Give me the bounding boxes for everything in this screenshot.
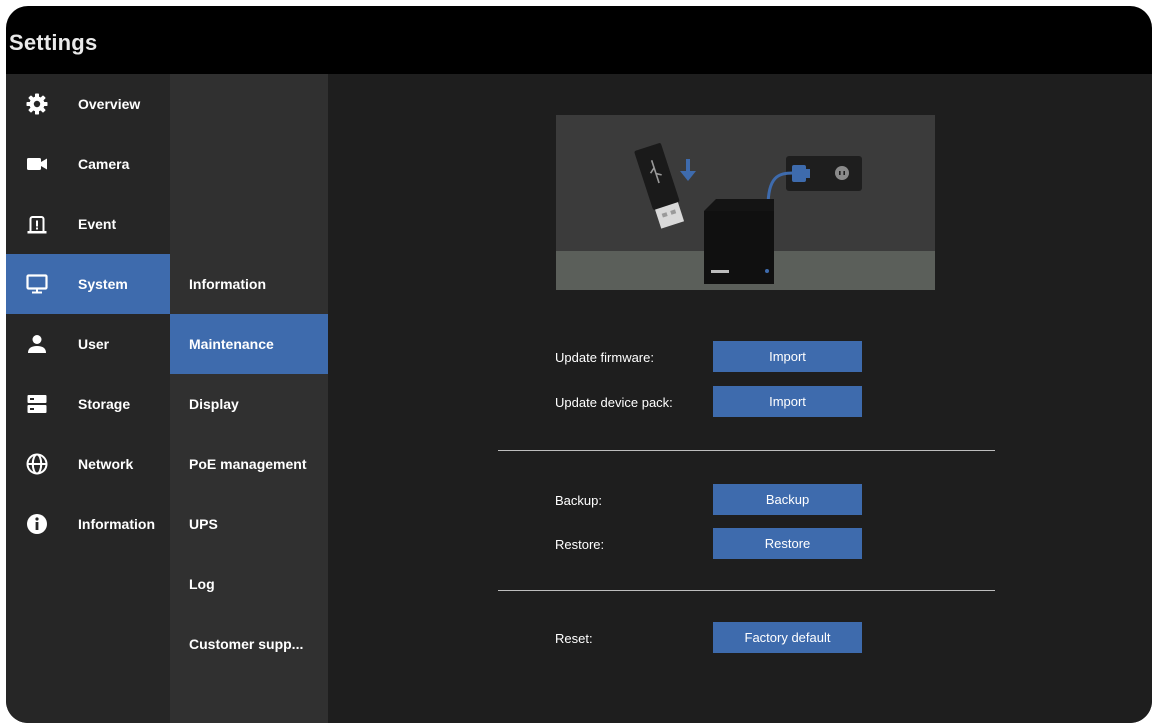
sidebar-item-label: Network (78, 456, 134, 472)
sidebar-item-system[interactable]: System (6, 254, 170, 314)
sidebar-item-label: Event (78, 216, 117, 232)
factory-default-button[interactable]: Factory default (713, 622, 862, 653)
sidebar-item-storage[interactable]: Storage (6, 374, 170, 434)
submenu-item-label: Log (189, 576, 215, 592)
sidebar-item-user[interactable]: User (6, 314, 170, 374)
settings-window: Settings Overview Camera Event System Us… (6, 6, 1152, 723)
import-firmware-button[interactable]: Import (713, 341, 862, 372)
restore-button[interactable]: Restore (713, 528, 862, 559)
submenu-item-label: PoE management (189, 456, 307, 472)
submenu-item-display[interactable]: Display (170, 374, 328, 434)
submenu-item-label: Display (189, 396, 239, 412)
sidebar-item-event[interactable]: Event (6, 194, 170, 254)
backup-button[interactable]: Backup (713, 484, 862, 515)
title-bar: Settings (6, 6, 1152, 74)
import-device-pack-button[interactable]: Import (713, 386, 862, 417)
reset-label: Reset: (555, 631, 593, 646)
sidebar-item-label: System (78, 276, 128, 292)
section-divider (498, 590, 995, 591)
update-device-pack-label: Update device pack: (555, 395, 673, 410)
sidebar-item-label: User (78, 336, 110, 352)
submenu-item-information[interactable]: Information (170, 254, 328, 314)
alarm-icon (24, 211, 50, 237)
backup-label: Backup: (555, 493, 602, 508)
submenu-item-log[interactable]: Log (170, 554, 328, 614)
device-usb-illustration (556, 115, 935, 290)
globe-icon (24, 451, 50, 477)
sidebar-item-network[interactable]: Network (6, 434, 170, 494)
submenu-item-label: UPS (189, 516, 218, 532)
submenu-item-customer-support[interactable]: Customer supp... (170, 614, 328, 674)
submenu-item-label: Maintenance (189, 336, 274, 352)
update-firmware-label: Update firmware: (555, 350, 654, 365)
sidebar-item-overview[interactable]: Overview (6, 74, 170, 134)
submenu-item-label: Information (189, 276, 266, 292)
storage-icon (24, 391, 50, 417)
submenu-item-ups[interactable]: UPS (170, 494, 328, 554)
restore-label: Restore: (555, 537, 605, 552)
sidebar-item-camera[interactable]: Camera (6, 134, 170, 194)
submenu-item-maintenance[interactable]: Maintenance (170, 314, 328, 374)
info-icon (24, 511, 50, 537)
sidebar-item-label: Storage (78, 396, 131, 412)
submenu-item-poe-management[interactable]: PoE management (170, 434, 328, 494)
gear-icon (24, 91, 50, 117)
sidebar-item-label: Camera (78, 156, 130, 172)
sidebar-item-information[interactable]: Information (6, 494, 170, 554)
user-icon (24, 331, 50, 357)
sidebar-item-label: Overview (78, 96, 141, 112)
section-divider (498, 450, 995, 451)
window-title: Settings (9, 30, 98, 55)
system-submenu: Information Maintenance Display PoE mana… (170, 74, 328, 723)
sidebar-item-label: Information (78, 516, 155, 532)
sidebar: Overview Camera Event System User Storag… (6, 74, 170, 723)
submenu-item-label: Customer supp... (189, 636, 304, 652)
video-camera-icon (24, 151, 50, 177)
maintenance-panel: Update firmware: Import Update device pa… (328, 74, 1152, 723)
monitor-icon (24, 271, 50, 297)
